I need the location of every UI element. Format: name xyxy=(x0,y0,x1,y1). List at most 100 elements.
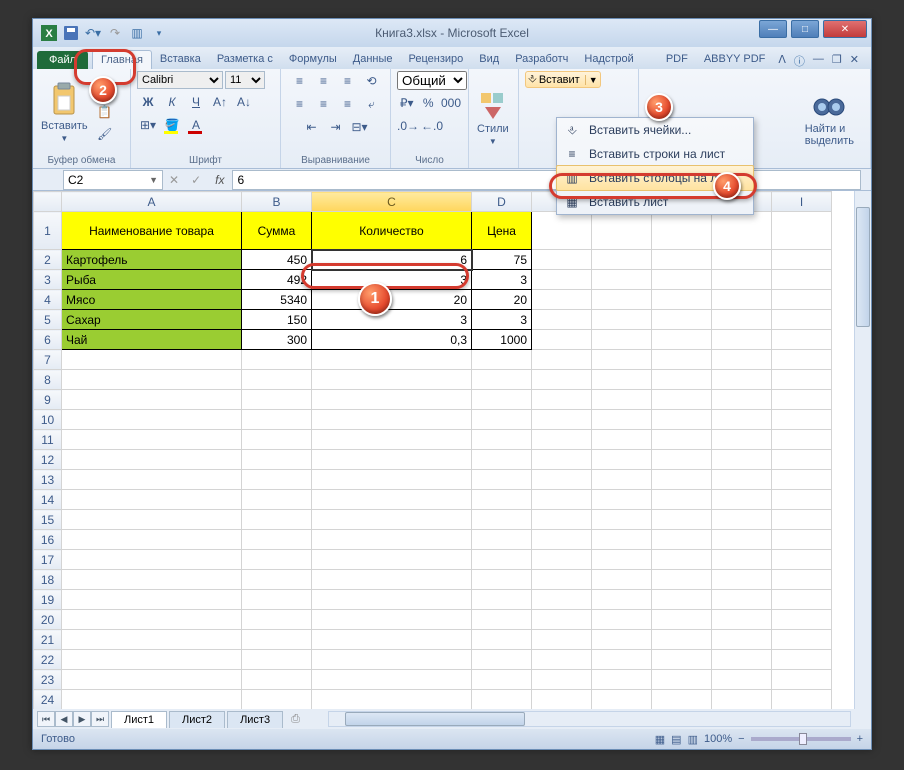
cell[interactable] xyxy=(532,690,592,710)
cell[interactable] xyxy=(472,450,532,470)
cell[interactable] xyxy=(312,510,472,530)
cell[interactable] xyxy=(312,590,472,610)
cell[interactable] xyxy=(242,650,312,670)
ribbon-tab[interactable]: Вставка xyxy=(152,50,209,69)
qat-icon[interactable]: ▥ xyxy=(127,23,147,43)
row-header[interactable]: 13 xyxy=(34,470,62,490)
cell[interactable] xyxy=(312,350,472,370)
cell[interactable] xyxy=(592,550,652,570)
cell[interactable] xyxy=(772,410,832,430)
cell[interactable] xyxy=(652,430,712,450)
row-header[interactable]: 14 xyxy=(34,490,62,510)
align-bottom-icon[interactable]: ≡ xyxy=(337,71,359,91)
cell[interactable] xyxy=(652,290,712,310)
doc-minimize-icon[interactable]: — xyxy=(813,53,824,69)
cell[interactable] xyxy=(652,370,712,390)
cell[interactable] xyxy=(472,370,532,390)
cell[interactable] xyxy=(592,430,652,450)
cell[interactable] xyxy=(712,330,772,350)
horizontal-scrollbar[interactable] xyxy=(328,711,851,727)
column-header[interactable]: C xyxy=(312,192,472,212)
align-middle-icon[interactable]: ≡ xyxy=(313,71,335,91)
row-header[interactable]: 4 xyxy=(34,290,62,310)
cell[interactable] xyxy=(652,270,712,290)
qat-dropdown-icon[interactable]: ▾ xyxy=(149,23,169,43)
row-header[interactable]: 20 xyxy=(34,610,62,630)
cell[interactable]: 450 xyxy=(242,250,312,270)
cell[interactable] xyxy=(772,670,832,690)
cell[interactable] xyxy=(532,450,592,470)
insert-split-button[interactable]: ⎀ Вставит ▼ xyxy=(525,71,601,88)
cell[interactable] xyxy=(242,370,312,390)
cell[interactable] xyxy=(592,250,652,270)
ribbon-tab[interactable]: Данные xyxy=(345,50,401,69)
cell[interactable] xyxy=(652,670,712,690)
cell[interactable] xyxy=(242,610,312,630)
cell[interactable] xyxy=(532,350,592,370)
cell[interactable] xyxy=(62,650,242,670)
row-header[interactable]: 23 xyxy=(34,670,62,690)
new-sheet-icon[interactable]: ⎙ xyxy=(283,711,308,728)
number-format-select[interactable]: Общий xyxy=(397,71,467,90)
ribbon-tab[interactable]: PDF xyxy=(658,50,696,69)
fill-color-icon[interactable]: 🪣 xyxy=(161,115,183,135)
cell[interactable] xyxy=(592,690,652,710)
cell[interactable] xyxy=(532,650,592,670)
cell[interactable] xyxy=(652,350,712,370)
cell[interactable] xyxy=(652,310,712,330)
row-header[interactable]: 22 xyxy=(34,650,62,670)
column-header[interactable]: I xyxy=(772,192,832,212)
row-header[interactable]: 5 xyxy=(34,310,62,330)
cell[interactable] xyxy=(532,490,592,510)
cell[interactable]: Рыба xyxy=(62,270,242,290)
name-box[interactable]: C2 ▼ xyxy=(63,170,163,190)
cell[interactable] xyxy=(712,530,772,550)
save-icon[interactable] xyxy=(61,23,81,43)
cell[interactable] xyxy=(712,310,772,330)
cell[interactable] xyxy=(242,450,312,470)
cell[interactable] xyxy=(592,630,652,650)
zoom-level[interactable]: 100% xyxy=(704,733,732,745)
cell[interactable] xyxy=(712,430,772,450)
merge-icon[interactable]: ⊟▾ xyxy=(349,117,371,137)
decrease-indent-icon[interactable]: ⇤ xyxy=(301,117,323,137)
select-all-corner[interactable] xyxy=(34,192,62,212)
view-normal-icon[interactable]: ▦ xyxy=(655,733,665,746)
cell[interactable] xyxy=(592,570,652,590)
cell[interactable] xyxy=(712,490,772,510)
cell[interactable] xyxy=(472,430,532,450)
cell[interactable] xyxy=(532,212,592,250)
paste-button[interactable]: Вставить ▼ xyxy=(39,78,90,147)
cell[interactable] xyxy=(712,350,772,370)
ribbon-tab[interactable]: Рецензиро xyxy=(401,50,472,69)
scrollbar-thumb[interactable] xyxy=(856,207,870,327)
cell[interactable] xyxy=(242,550,312,570)
cell[interactable] xyxy=(312,550,472,570)
file-tab[interactable]: Файл xyxy=(37,51,88,69)
wrap-text-icon[interactable]: ⤶ xyxy=(361,94,383,114)
cell[interactable] xyxy=(472,410,532,430)
increase-decimal-icon[interactable]: .0→ xyxy=(397,116,419,136)
cell[interactable] xyxy=(592,370,652,390)
ribbon-tab[interactable]: Разметка с xyxy=(209,50,281,69)
cell[interactable] xyxy=(242,590,312,610)
slider-thumb[interactable] xyxy=(799,733,807,745)
cell[interactable] xyxy=(772,310,832,330)
cell[interactable] xyxy=(62,570,242,590)
cell[interactable] xyxy=(312,470,472,490)
cell[interactable] xyxy=(652,470,712,490)
cell[interactable] xyxy=(532,550,592,570)
bold-button[interactable]: Ж xyxy=(137,92,159,112)
row-header[interactable]: 17 xyxy=(34,550,62,570)
cell[interactable] xyxy=(532,470,592,490)
cell[interactable] xyxy=(312,670,472,690)
row-header[interactable]: 3 xyxy=(34,270,62,290)
cell[interactable] xyxy=(242,390,312,410)
sheet-last-icon[interactable]: ⏭ xyxy=(91,711,109,727)
cell[interactable] xyxy=(312,530,472,550)
cell[interactable] xyxy=(472,510,532,530)
cell[interactable] xyxy=(712,550,772,570)
align-right-icon[interactable]: ≡ xyxy=(337,94,359,114)
ribbon-tab[interactable]: Формулы xyxy=(281,50,345,69)
cell[interactable] xyxy=(652,410,712,430)
